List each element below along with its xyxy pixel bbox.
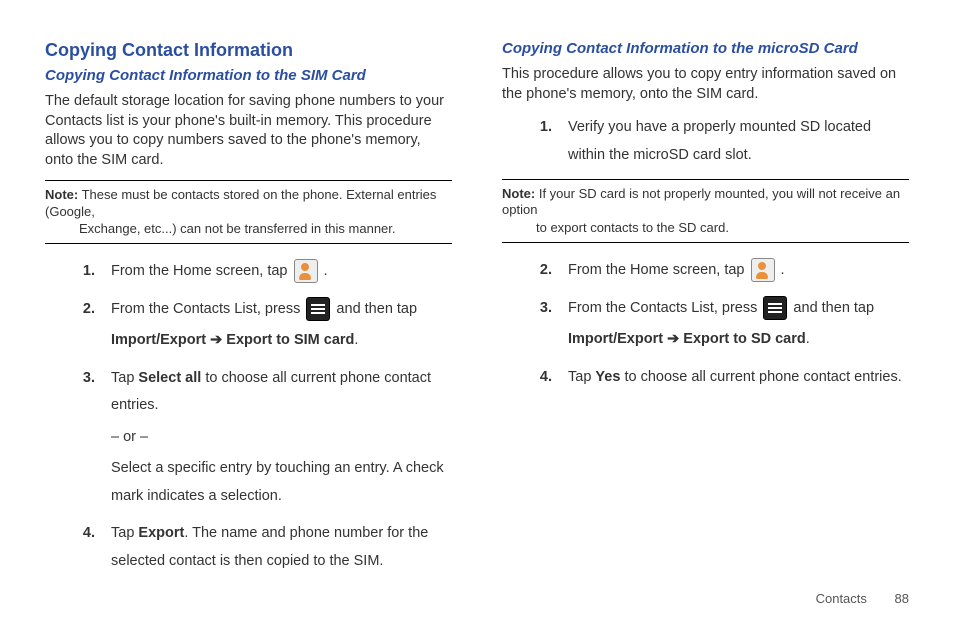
bold-text: Import/Export [568,331,663,347]
note-label: Note: [45,187,78,202]
step-number: 3. [45,365,111,393]
text: . [806,331,810,347]
step-number: 1. [502,114,568,142]
step-4: 4. Tap Yes to choose all current phone c… [502,364,909,396]
step-body: From the Home screen, tap . [111,258,452,290]
note-text-line1: These must be contacts stored on the pho… [45,187,436,218]
text: From the Home screen, tap [568,262,749,278]
step-body: From the Home screen, tap . [568,257,909,289]
bold-text: Export [138,525,184,541]
step-2: 2. From the Contacts List, press and the… [45,296,452,359]
step-number: 4. [502,364,568,392]
right-column: Copying Contact Information to the micro… [502,40,909,540]
note-block: Note: If your SD card is not properly mo… [502,179,909,243]
sub-heading-sim: Copying Contact Information to the SIM C… [45,67,452,84]
bold-text: Select all [138,370,201,386]
or-separator: – or – [111,424,452,452]
note-block: Note: These must be contacts stored on t… [45,180,452,244]
step-body: Tap Yes to choose all current phone cont… [568,364,909,396]
page-content: Copying Contact Information Copying Cont… [0,0,954,560]
step-number: 1. [45,258,111,286]
step-3: 3. From the Contacts List, press and the… [502,295,909,358]
note-text-line2: to export contacts to the SD card. [502,220,909,236]
menu-icon [306,297,330,321]
bold-text: Import/Export [111,332,206,348]
step-number: 2. [502,257,568,285]
contacts-icon [294,259,318,283]
text: . [777,262,785,278]
text: and then tap [789,300,874,316]
text: From the Contacts List, press [568,300,761,316]
text: From the Home screen, tap [111,263,292,279]
step-list: 1. Verify you have a properly mounted SD… [502,114,909,173]
step-body: Verify you have a properly mounted SD lo… [568,114,909,173]
text: Select a specific entry by touching an e… [111,455,452,510]
text: . [320,263,328,279]
note-label: Note: [502,186,535,201]
left-column: Copying Contact Information Copying Cont… [45,40,452,540]
text: Tap [111,525,138,541]
step-body: Tap Export. The name and phone number fo… [111,520,452,579]
step-1: 1. From the Home screen, tap . [45,258,452,290]
menu-icon [763,296,787,320]
step-list: 1. From the Home screen, tap . 2. From t… [45,258,452,579]
arrow-icon: ➔ [663,331,683,347]
intro-paragraph: The default storage location for saving … [45,92,452,170]
contacts-icon [751,258,775,282]
note-text-line1: If your SD card is not properly mounted,… [502,186,900,217]
step-body: From the Contacts List, press and then t… [568,295,909,358]
step-4: 4. Tap Export. The name and phone number… [45,520,452,579]
step-number: 2. [45,296,111,324]
step-body: From the Contacts List, press and then t… [111,296,452,359]
bold-text: Yes [595,369,620,385]
bold-text: Export to SIM card [226,332,354,348]
sub-heading-sd: Copying Contact Information to the micro… [502,40,909,57]
bold-text: Export to SD card [683,331,805,347]
text: From the Contacts List, press [111,301,304,317]
step-body: Tap Select all to choose all current pho… [111,365,452,515]
step-list: 2. From the Home screen, tap . 3. From t… [502,257,909,395]
step-2: 2. From the Home screen, tap . [502,257,909,289]
footer-section: Contacts [816,591,867,606]
step-number: 4. [45,520,111,548]
page-footer: Contacts 88 [816,591,909,606]
arrow-icon: ➔ [206,332,226,348]
text: Verify you have a properly mounted SD lo… [568,114,909,169]
text: Tap [111,370,138,386]
step-3: 3. Tap Select all to choose all current … [45,365,452,515]
note-text-line2: Exchange, etc...) can not be transferred… [45,221,452,237]
section-heading: Copying Contact Information [45,40,452,61]
text: Tap [568,369,595,385]
step-number: 3. [502,295,568,323]
step-1: 1. Verify you have a properly mounted SD… [502,114,909,173]
page-number: 88 [895,591,909,606]
text: to choose all current phone contact entr… [620,369,901,385]
intro-paragraph: This procedure allows you to copy entry … [502,65,909,104]
text: . [354,332,358,348]
text: and then tap [332,301,417,317]
